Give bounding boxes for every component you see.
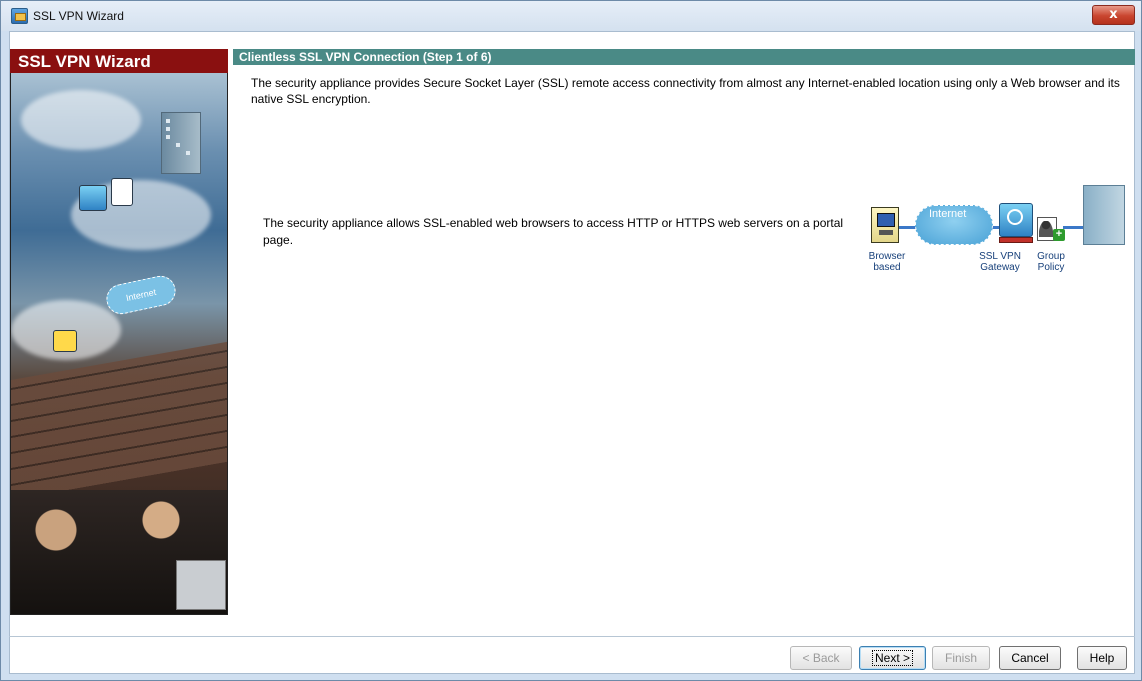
title-bar[interactable]: SSL VPN Wizard x (1, 1, 1141, 31)
help-button[interactable]: Help (1077, 646, 1127, 670)
cloud-decoration (21, 90, 141, 150)
policy-icon (111, 178, 133, 206)
back-button[interactable]: < Back (790, 646, 852, 670)
gateway-icon (79, 185, 107, 211)
close-icon: x (1109, 7, 1118, 22)
user-icon (1039, 221, 1053, 237)
gateway-label-line1: SSL VPN (979, 251, 1021, 262)
app-icon (11, 8, 28, 24)
next-button-label: Next > (871, 650, 913, 666)
wizard-window: SSL VPN Wizard x Internet SSL VPN Wizard… (0, 0, 1142, 681)
monitor-decoration (176, 560, 226, 610)
plus-icon: + (1053, 229, 1065, 241)
internet-label: Internet (929, 208, 967, 220)
description-text: The security appliance allows SSL-enable… (263, 216, 844, 247)
finish-button[interactable]: Finish (932, 646, 990, 670)
browser-computer-icon (871, 207, 899, 243)
browser-label-line2: based (873, 262, 901, 273)
policy-label-line2: Policy (1037, 262, 1065, 273)
building-icon (161, 112, 201, 174)
window-title: SSL VPN Wizard (33, 9, 124, 23)
policy-label-line1: Group (1037, 251, 1065, 262)
footer-divider (9, 636, 1135, 637)
banner-title: SSL VPN Wizard (10, 49, 228, 73)
intro-text: The security appliance provides Secure S… (251, 76, 1120, 106)
computer-icon (53, 330, 77, 352)
brick-wall-decoration (11, 341, 227, 500)
browser-label-line1: Browser (868, 251, 906, 262)
cancel-button[interactable]: Cancel (999, 646, 1061, 670)
browser-label: Browser based (867, 251, 907, 273)
ssl-vpn-diagram: Internet + Browser based SSL VPN Gateway… (867, 181, 1133, 281)
close-button[interactable]: x (1092, 5, 1135, 25)
gateway-label: SSL VPN Gateway (973, 251, 1027, 273)
link-line (1063, 226, 1085, 229)
gateway-label-line2: Gateway (980, 262, 1020, 273)
wizard-banner-image: Internet (10, 49, 228, 615)
policy-label: Group Policy (1029, 251, 1073, 273)
step-header: Clientless SSL VPN Connection (Step 1 of… (233, 49, 1135, 65)
gateway-base (999, 237, 1033, 243)
next-button[interactable]: Next > (859, 646, 926, 670)
server-building-icon (1083, 185, 1125, 245)
gateway-symbol-icon (1007, 209, 1023, 225)
internet-cloud-icon: Internet (103, 273, 179, 317)
